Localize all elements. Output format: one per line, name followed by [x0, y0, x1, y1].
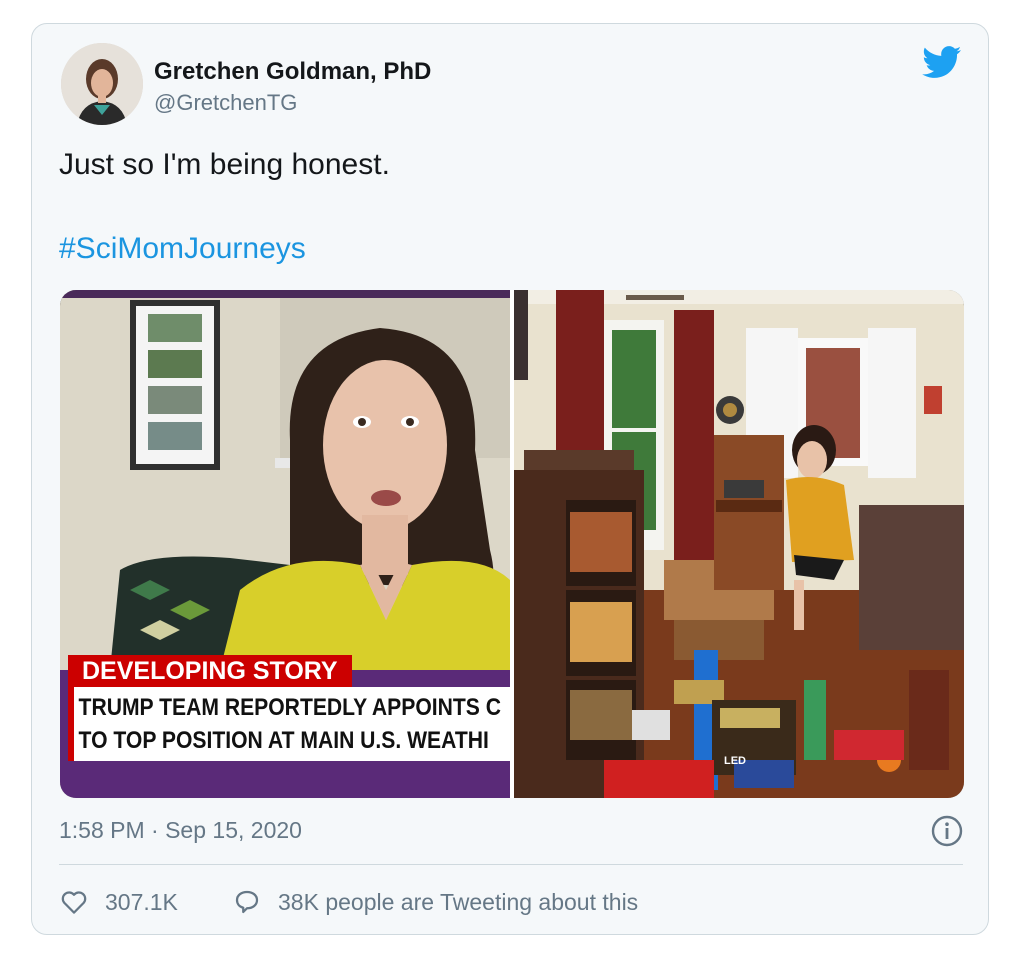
news-headline-banner: TRUMP TEAM REPORTEDLY APPOINTS C TO TOP … — [68, 687, 510, 761]
headline-line-1: TRUMP TEAM REPORTEDLY APPOINTS C — [78, 694, 502, 721]
tweet-card: Gretchen Goldman, PhD @GretchenTG Just s… — [31, 23, 989, 935]
info-icon[interactable] — [930, 814, 964, 848]
conversation-text: 38K people are Tweeting about this — [278, 888, 639, 915]
author-handle[interactable]: @GretchenTG — [154, 90, 297, 116]
twitter-bird-icon[interactable] — [922, 46, 962, 79]
conversation-link[interactable]: 38K people are Tweeting about this — [232, 884, 638, 920]
led-box-label: LED — [724, 755, 746, 767]
like-button[interactable]: 307.1K — [59, 884, 178, 920]
tweet-text: Just so I'm being honest. — [59, 148, 390, 181]
hashtag-link[interactable]: #SciMomJourneys — [59, 232, 306, 266]
media-grid[interactable]: DEVELOPING STORY TRUMP TEAM REPORTEDLY A… — [60, 290, 964, 798]
divider — [59, 864, 963, 865]
avatar[interactable] — [61, 43, 143, 125]
developing-story-banner: DEVELOPING STORY — [68, 655, 352, 687]
heart-icon — [61, 891, 87, 914]
author-name[interactable]: Gretchen Goldman, PhD — [154, 58, 431, 86]
speech-bubble-icon — [235, 890, 259, 914]
home-office-photo[interactable]: LED — [514, 290, 964, 798]
tweet-timestamp[interactable]: 1:58 PM · Sep 15, 2020 — [59, 817, 302, 844]
like-count: 307.1K — [105, 888, 178, 915]
banner-red-edge — [68, 687, 74, 761]
news-screenshot-image[interactable]: DEVELOPING STORY TRUMP TEAM REPORTEDLY A… — [60, 290, 510, 798]
headline-line-2: TO TOP POSITION AT MAIN U.S. WEATHI — [78, 727, 489, 754]
